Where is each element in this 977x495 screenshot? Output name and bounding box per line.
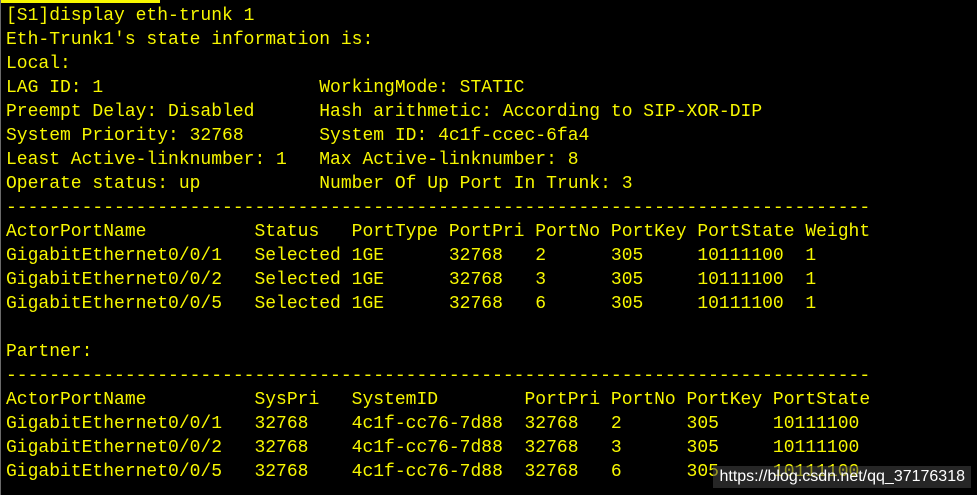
previous-output-remnant <box>0 0 160 3</box>
local-table-header: ActorPortName Status PortType PortPri Po… <box>6 222 871 242</box>
local-table-row: GigabitEthernet0/0/2 Selected 1GE 32768 … <box>6 270 817 290</box>
partner-table-header: ActorPortName SysPri SystemID PortPri Po… <box>6 390 871 410</box>
local-info-row-preempt: Preempt Delay: Disabled Hash arithmetic:… <box>6 102 763 122</box>
partner-table-row: GigabitEthernet0/0/2 32768 4c1f-cc76-7d8… <box>6 438 860 458</box>
separator-line: ----------------------------------------… <box>6 366 871 386</box>
local-info-row-lag-id: LAG ID: 1 WorkingMode: STATIC <box>6 78 525 98</box>
watermark-url: https://blog.csdn.net/qq_37176318 <box>713 466 971 488</box>
local-info-row-linknumber: Least Active-linknumber: 1 Max Active-li… <box>6 150 579 170</box>
separator-line: ----------------------------------------… <box>6 198 871 218</box>
state-heading: Eth-Trunk1's state information is: <box>6 30 374 50</box>
partner-table-row: GigabitEthernet0/0/1 32768 4c1f-cc76-7d8… <box>6 414 860 434</box>
command-line: [S1]display eth-trunk 1 <box>6 6 255 26</box>
window-left-border <box>0 0 1 495</box>
local-info-row-operate-status: Operate status: up Number Of Up Port In … <box>6 174 633 194</box>
local-info-row-system-priority: System Priority: 32768 System ID: 4c1f-c… <box>6 126 590 146</box>
local-table-row: GigabitEthernet0/0/1 Selected 1GE 32768 … <box>6 246 817 266</box>
local-table-row: GigabitEthernet0/0/5 Selected 1GE 32768 … <box>6 294 817 314</box>
partner-heading: Partner: <box>6 342 93 362</box>
local-heading: Local: <box>6 54 71 74</box>
terminal-window[interactable]: [S1]display eth-trunk 1 Eth-Trunk1's sta… <box>0 0 977 495</box>
